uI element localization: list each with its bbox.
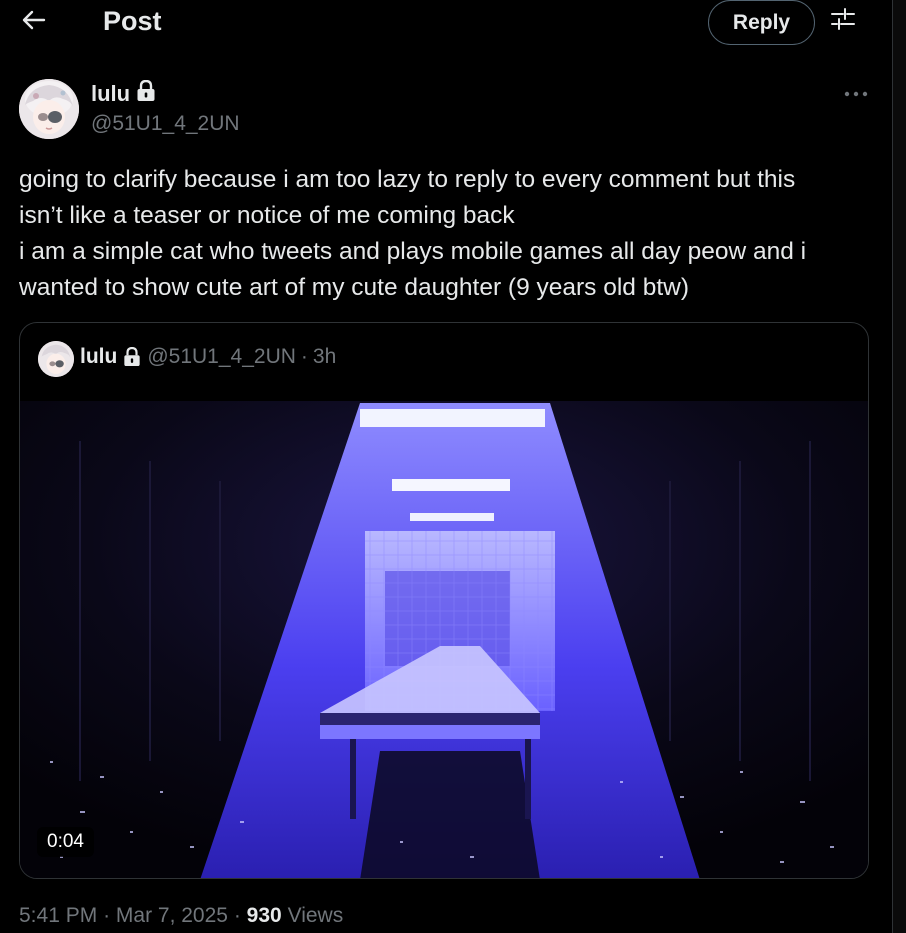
quoted-header: lulu @51U1_4_2UN · 3h xyxy=(80,345,336,369)
scrollbar-track[interactable] xyxy=(893,0,906,933)
separator-dot: · xyxy=(103,904,111,927)
arrow-left-icon xyxy=(21,8,47,37)
tweet-line: i am a simple cat who tweets and plays m… xyxy=(19,238,807,265)
post-meta: 5:41 PM · Mar 7, 2025 · 930 Views xyxy=(19,904,343,928)
reply-button[interactable]: Reply xyxy=(708,0,815,45)
post-time[interactable]: 5:41 PM xyxy=(19,904,97,927)
quoted-timestamp: 3h xyxy=(312,345,337,368)
lock-icon xyxy=(136,79,156,108)
sliders-icon xyxy=(830,7,856,36)
tweet-text: going to clarify because i am too lazy t… xyxy=(19,162,879,306)
back-button[interactable] xyxy=(14,2,54,42)
quoted-author-name: lulu xyxy=(80,345,118,368)
tweet-line: isn’t like a teaser or notice of me comi… xyxy=(19,202,515,229)
post-page: Post Reply lulu @51U1_4_2UN going to cla… xyxy=(0,0,906,933)
video-frame xyxy=(20,401,868,878)
author-handle[interactable]: @51U1_4_2UN xyxy=(91,112,240,136)
video-duration: 0:04 xyxy=(37,827,94,857)
top-bar: Post Reply xyxy=(0,0,892,45)
author-name[interactable]: lulu xyxy=(91,79,156,108)
tweet-line: going to clarify because i am too lazy t… xyxy=(19,166,796,193)
video-player[interactable]: 0:04 xyxy=(20,401,868,878)
avatar[interactable] xyxy=(19,79,79,139)
settings-button[interactable] xyxy=(826,4,860,38)
author-name-text: lulu xyxy=(91,81,131,106)
tweet-line: wanted to show cute art of my cute daugh… xyxy=(19,274,690,301)
separator-dot: · xyxy=(233,904,241,927)
quoted-avatar xyxy=(38,341,74,377)
more-dots-icon xyxy=(844,84,868,102)
separator-dot: · xyxy=(300,345,308,368)
more-options-button[interactable] xyxy=(838,80,874,106)
post-date[interactable]: Mar 7, 2025 xyxy=(116,904,228,927)
quoted-author-handle: @51U1_4_2UN xyxy=(147,345,296,368)
views-count: 930 xyxy=(246,904,282,927)
views-label: Views xyxy=(287,904,344,927)
lock-icon xyxy=(123,347,141,367)
quoted-tweet[interactable]: lulu @51U1_4_2UN · 3h 0:04 xyxy=(19,322,869,879)
page-title: Post xyxy=(103,6,162,36)
